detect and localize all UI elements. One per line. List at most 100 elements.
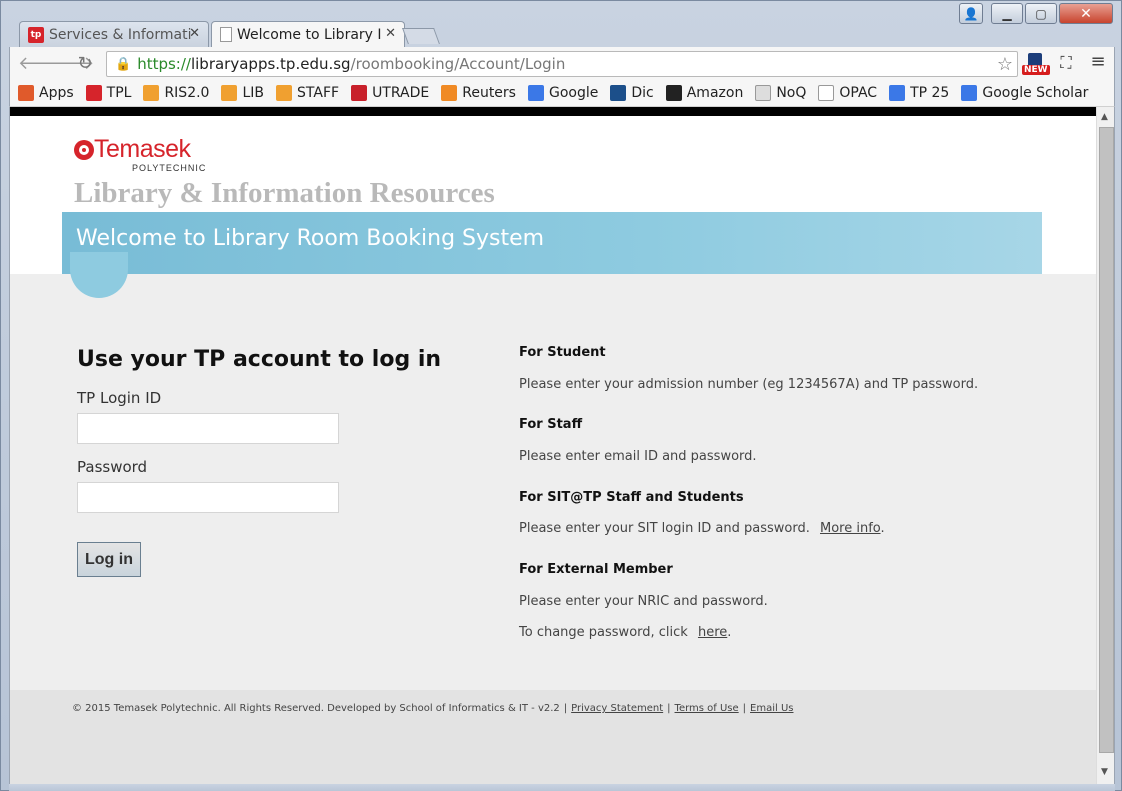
close-icon[interactable]: ✕ (385, 26, 396, 41)
bookmark-noq[interactable]: NoQ (755, 85, 806, 101)
footer: © 2015 Temasek Polytechnic. All Rights R… (10, 690, 1096, 784)
url-scheme: https:// (137, 55, 191, 73)
login-button[interactable]: Log in (77, 542, 141, 577)
tab-label: Welcome to Library I (237, 26, 382, 43)
google-icon (889, 85, 906, 101)
external-heading: For External Member (519, 562, 673, 577)
sit-heading: For SIT@TP Staff and Students (519, 490, 744, 505)
user-icon: 👤 (963, 6, 979, 21)
scrollbar-thumb[interactable] (1099, 127, 1114, 753)
browser-window: tp Services & Informati ✕ Welcome to Lib… (0, 0, 1122, 791)
bookmark-label: Google (548, 85, 599, 101)
back-button[interactable]: 🡐 (18, 53, 66, 74)
bookmarks-bar: Apps TPL RIS2.0 LIB STAFF UTRADE Reuters Google… (9, 80, 1115, 107)
scroll-down-icon[interactable]: ▼ (1101, 767, 1108, 777)
bookmark-lib[interactable]: LIB (221, 85, 264, 101)
cast-icon[interactable]: ⛶ (1056, 53, 1076, 73)
tab-services-information[interactable]: tp Services & Informati ✕ (19, 21, 209, 47)
bookmark-tpl[interactable]: TPL (85, 85, 132, 101)
bookmark-apps[interactable]: Apps (18, 85, 74, 101)
password-input[interactable] (77, 482, 339, 513)
tp-favicon-icon: tp (28, 26, 44, 43)
banner-title: Welcome to Library Room Booking System (76, 226, 545, 251)
apps-grid-icon (18, 85, 34, 101)
scroll-up-icon[interactable]: ▲ (1101, 112, 1108, 122)
bookmark-label: TPL (106, 85, 132, 101)
logo-name: Temasek (94, 135, 191, 163)
copyright-text: © 2015 Temasek Polytechnic. All Rights R… (72, 703, 560, 714)
staff-icon (276, 85, 293, 101)
google-icon (527, 85, 544, 101)
bookmark-label: NoQ (776, 85, 807, 101)
window-bottom-frame (9, 784, 1115, 791)
close-icon[interactable]: ✕ (189, 26, 200, 41)
maximize-icon: ▢ (1035, 6, 1047, 21)
scholar-icon (961, 85, 978, 101)
bookmark-dic[interactable]: Dic (610, 85, 654, 101)
staff-instructions: Please enter email ID and password. (519, 449, 757, 464)
amazon-icon (665, 85, 682, 101)
bookmark-amazon[interactable]: Amazon (665, 85, 743, 101)
bookmark-label: STAFF (297, 85, 340, 101)
sit-instructions-line: Please enter your SIT login ID and passw… (519, 521, 885, 536)
page-viewport: Temasek POLYTECHNIC Library & Informatio… (9, 107, 1115, 784)
bookmark-label: RIS2.0 (164, 85, 210, 101)
minimize-icon: ▁ (1002, 6, 1012, 21)
page-icon (818, 85, 835, 101)
bookmark-opac[interactable]: OPAC (818, 85, 877, 101)
top-black-bar (10, 107, 1096, 116)
more-info-link[interactable]: More info (820, 521, 881, 536)
menu-icon[interactable]: ≡ (1088, 51, 1108, 72)
tab-welcome-library[interactable]: Welcome to Library I ✕ (211, 21, 405, 47)
browser-toolbar: 🡐 🡒 ↻ 🔒 https://libraryapps.tp.edu.sg/ro… (9, 47, 1115, 80)
logo-seal-icon (74, 140, 94, 160)
privacy-statement-link[interactable]: Privacy Statement (571, 703, 663, 714)
bookmark-reuters[interactable]: Reuters (441, 85, 516, 101)
bookmark-label: Google Scholar (982, 85, 1089, 101)
new-tab-button[interactable] (402, 28, 440, 44)
bookmark-staff[interactable]: STAFF (276, 85, 339, 101)
vertical-scrollbar[interactable]: ▲ ▼ (1096, 107, 1114, 784)
sit-instructions: Please enter your SIT login ID and passw… (519, 521, 810, 536)
bookmark-label: LIB (242, 85, 265, 101)
user-profile-button[interactable]: 👤 (959, 3, 983, 24)
site-title: Library & Information Resources (74, 177, 495, 209)
reload-button[interactable]: ↻ (74, 53, 96, 74)
password-label: Password (77, 458, 148, 476)
close-icon: ✕ (1080, 5, 1092, 22)
maximize-button[interactable]: ▢ (1025, 3, 1057, 24)
forward-button[interactable]: 🡒 (46, 53, 94, 74)
extension-button[interactable]: NEW (1022, 53, 1050, 77)
lib-icon (221, 85, 238, 101)
window-close-button[interactable]: ✕ (1059, 3, 1113, 24)
login-heading: Use your TP account to log in (77, 347, 442, 372)
bookmark-google[interactable]: Google (527, 85, 599, 101)
email-us-link[interactable]: Email Us (750, 703, 793, 714)
logo-subtitle: POLYTECHNIC (132, 163, 207, 173)
ris-icon (143, 85, 160, 101)
bookmark-label: Dic (631, 85, 654, 101)
bookmark-ris2-0[interactable]: RIS2.0 (143, 85, 209, 101)
staff-heading: For Staff (519, 417, 583, 432)
new-badge: NEW (1022, 65, 1050, 75)
lock-icon: 🔒 (115, 56, 132, 72)
bookmark-star-icon[interactable]: ☆ (997, 54, 1013, 75)
bookmark-google-scholar[interactable]: Google Scholar (961, 85, 1088, 101)
noq-icon (755, 85, 772, 101)
student-instructions: Please enter your admission number (eg 1… (519, 377, 979, 392)
student-heading: For Student (519, 345, 606, 360)
bookmark-utrade[interactable]: UTRADE (351, 85, 429, 101)
welcome-banner: Welcome to Library Room Booking System (62, 212, 1042, 274)
change-password-link[interactable]: here (698, 625, 727, 640)
minimize-button[interactable]: ▁ (991, 3, 1023, 24)
url-host: libraryapps.tp.edu.sg (190, 55, 351, 73)
terms-of-use-link[interactable]: Terms of Use (675, 703, 739, 714)
change-password-text: To change password, click (519, 625, 688, 640)
bookmark-label: OPAC (839, 85, 878, 101)
bookmark-tp-25[interactable]: TP 25 (889, 85, 949, 101)
document-favicon-icon (220, 27, 232, 42)
tab-strip: tp Services & Informati ✕ Welcome to Lib… (1, 1, 1122, 47)
login-id-input[interactable] (77, 413, 339, 444)
address-bar[interactable]: 🔒 https://libraryapps.tp.edu.sg/roombook… (106, 51, 1018, 77)
bookmark-label: UTRADE (372, 85, 430, 101)
